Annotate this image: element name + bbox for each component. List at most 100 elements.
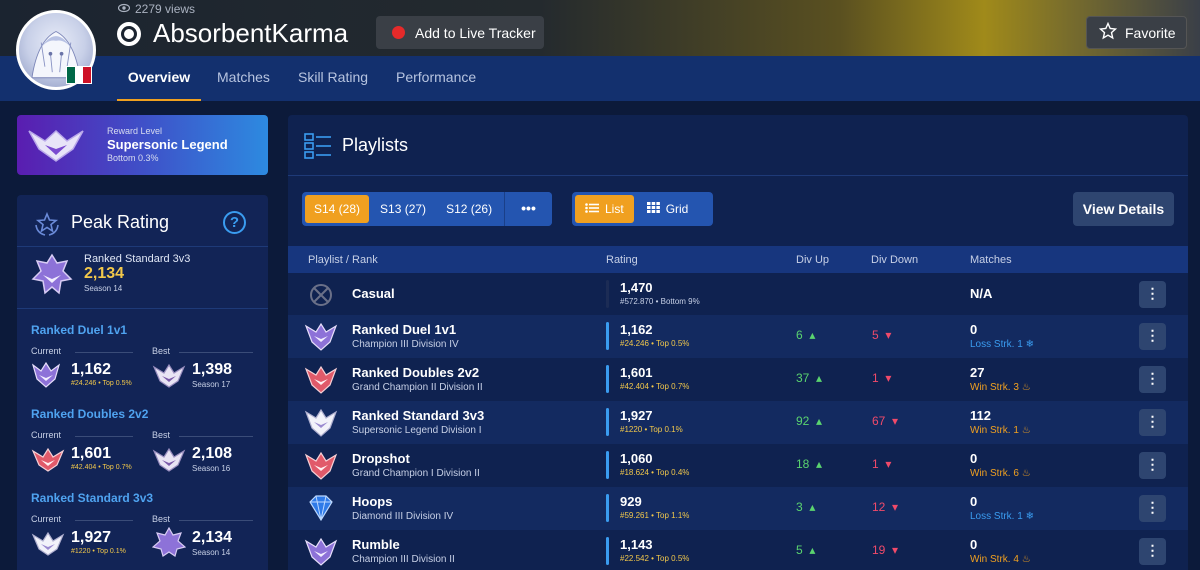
username: AbsorbentKarma xyxy=(153,18,349,48)
list-view-button[interactable]: List xyxy=(575,195,634,223)
table-row[interactable]: Ranked Duel 1v1 Champion III Division IV… xyxy=(288,315,1188,358)
peak-section-title: Ranked Standard 3v3 xyxy=(31,491,154,505)
best-season: Season 14 xyxy=(192,548,231,557)
rating-bar xyxy=(606,322,609,350)
arrow-down-icon: ▾ xyxy=(892,500,899,514)
divider xyxy=(17,308,268,309)
list-layout-icon xyxy=(304,133,332,164)
playlist-rank: Grand Champion I Division II xyxy=(352,468,480,479)
view-details-button[interactable]: View Details xyxy=(1073,192,1174,226)
supersonic-legend-rank-icon xyxy=(27,127,85,168)
table-row[interactable]: Ranked Standard 3v3 Supersonic Legend Di… xyxy=(288,401,1188,444)
table-row[interactable]: Dropshot Grand Champion I Division II 1,… xyxy=(288,444,1188,487)
profile-nav: Overview Matches Skill Rating Performanc… xyxy=(0,56,1200,101)
arrow-down-icon: ▾ xyxy=(892,543,899,557)
snowflake-icon: ❄ xyxy=(1025,511,1034,522)
tab-skill-rating[interactable]: Skill Rating xyxy=(298,56,368,101)
row-menu-button[interactable]: ⋮ xyxy=(1139,409,1166,436)
current-rating: 1,162 xyxy=(71,361,112,378)
best-label: Best xyxy=(152,346,171,356)
best-rating: 2,108 xyxy=(192,445,233,462)
matches-value: 0 xyxy=(970,322,978,337)
column-header-matches[interactable]: Matches xyxy=(970,254,1012,266)
current-rank-sub: #24.246 • Top 0.5% xyxy=(71,380,132,387)
rating-bar xyxy=(606,280,609,308)
column-header-playlist[interactable]: Playlist / Rank xyxy=(308,254,378,266)
row-menu-button[interactable]: ⋮ xyxy=(1139,366,1166,393)
rating-rank-sub: #59.261 • Top 1.1% xyxy=(620,511,690,520)
divider xyxy=(179,520,253,521)
season-tab-s12[interactable]: S12 (26) xyxy=(437,195,501,223)
rating-rank-sub: #572.870 • Bottom 9% xyxy=(620,297,700,306)
streak-text: Win Strk. 4 ♨ xyxy=(970,554,1031,565)
rating-rank-sub: #42.404 • Top 0.7% xyxy=(620,382,690,391)
table-row[interactable]: Hoops Diamond III Division IV 929 #59.26… xyxy=(288,487,1188,530)
playlist-name: Ranked Standard 3v3 xyxy=(352,408,485,423)
view-toggle: List Grid xyxy=(572,192,713,226)
div-down-value: 1 ▾ xyxy=(872,371,892,385)
table-row[interactable]: Rumble Champion III Division II 1,143 #2… xyxy=(288,530,1188,570)
grid-view-button[interactable]: Grid xyxy=(637,195,699,223)
divider xyxy=(179,352,253,353)
row-menu-button[interactable]: ⋮ xyxy=(1139,452,1166,479)
arrow-down-icon: ▾ xyxy=(885,457,892,471)
row-menu-button[interactable]: ⋮ xyxy=(1139,538,1166,565)
div-down-value: 67 ▾ xyxy=(872,414,899,428)
divider xyxy=(75,436,133,437)
rating-value: 1,927 xyxy=(620,408,653,423)
reward-sub: Bottom 0.3% xyxy=(107,153,159,163)
table-row[interactable]: Ranked Doubles 2v2 Grand Champion II Div… xyxy=(288,358,1188,401)
playlist-name: Casual xyxy=(352,286,395,301)
div-up-value: 92 ▴ xyxy=(796,414,823,428)
playlist-rank: Supersonic Legend Division I xyxy=(352,425,482,436)
views-text: 2279 views xyxy=(135,2,196,16)
current-rank-sub: #1220 • Top 0.1% xyxy=(71,548,126,555)
champion-rank-icon xyxy=(31,361,61,394)
live-tracker-label: Add to Live Tracker xyxy=(415,24,536,41)
peak-best-playlist: Ranked Standard 3v3 xyxy=(84,253,191,265)
current-rating: 1,927 xyxy=(71,529,112,546)
season-tab-s13[interactable]: S13 (27) xyxy=(371,195,435,223)
season-tab-s14[interactable]: S14 (28) xyxy=(305,195,370,223)
rating-bar xyxy=(606,494,609,522)
rating-value: 929 xyxy=(620,494,642,509)
arrow-down-icon: ▾ xyxy=(885,328,892,342)
mexico-flag-icon xyxy=(66,66,92,84)
champion-rank-icon xyxy=(31,253,73,302)
divider xyxy=(179,436,253,437)
add-to-live-tracker-button[interactable]: Add to Live Tracker xyxy=(376,16,544,49)
playlist-name: Dropshot xyxy=(352,451,410,466)
div-down-value: 19 ▾ xyxy=(872,543,899,557)
column-header-div-down[interactable]: Div Down xyxy=(871,254,918,266)
column-header-div-up[interactable]: Div Up xyxy=(796,254,829,266)
matches-value: 112 xyxy=(970,408,991,423)
matches-value: N/A xyxy=(970,286,993,301)
grand-champion-rank-icon xyxy=(304,449,338,486)
peak-rating-title: Peak Rating xyxy=(71,212,170,232)
reward-label: Reward Level xyxy=(107,126,163,136)
div-up-value: 5 ▴ xyxy=(796,543,816,557)
tab-matches[interactable]: Matches xyxy=(217,56,270,101)
reward-level-card: Reward Level Supersonic Legend Bottom 0.… xyxy=(17,115,268,175)
tab-overview[interactable]: Overview xyxy=(117,56,201,101)
best-label: Best xyxy=(152,430,171,440)
div-down-value: 1 ▾ xyxy=(872,457,892,471)
arrow-up-icon: ▴ xyxy=(816,371,823,385)
column-header-rating[interactable]: Rating xyxy=(606,254,638,266)
arrow-up-icon: ▴ xyxy=(816,414,823,428)
help-icon[interactable]: ? xyxy=(223,211,246,234)
row-menu-button[interactable]: ⋮ xyxy=(1139,281,1166,308)
divider xyxy=(288,175,1188,176)
arrow-up-icon: ▴ xyxy=(809,328,816,342)
table-row[interactable]: Casual 1,470 #572.870 • Bottom 9% N/A ⋮ xyxy=(288,273,1188,316)
row-menu-button[interactable]: ⋮ xyxy=(1139,495,1166,522)
arrow-down-icon: ▾ xyxy=(885,371,892,385)
grand-champion-rank-icon xyxy=(31,445,65,478)
matches-value: 0 xyxy=(970,537,978,552)
tab-performance[interactable]: Performance xyxy=(396,56,476,101)
row-menu-button[interactable]: ⋮ xyxy=(1139,323,1166,350)
more-seasons-button[interactable]: ••• xyxy=(504,192,552,226)
list-icon xyxy=(585,202,599,216)
favorite-button[interactable]: Favorite xyxy=(1086,16,1187,49)
rating-rank-sub: #22.542 • Top 0.5% xyxy=(620,554,690,563)
